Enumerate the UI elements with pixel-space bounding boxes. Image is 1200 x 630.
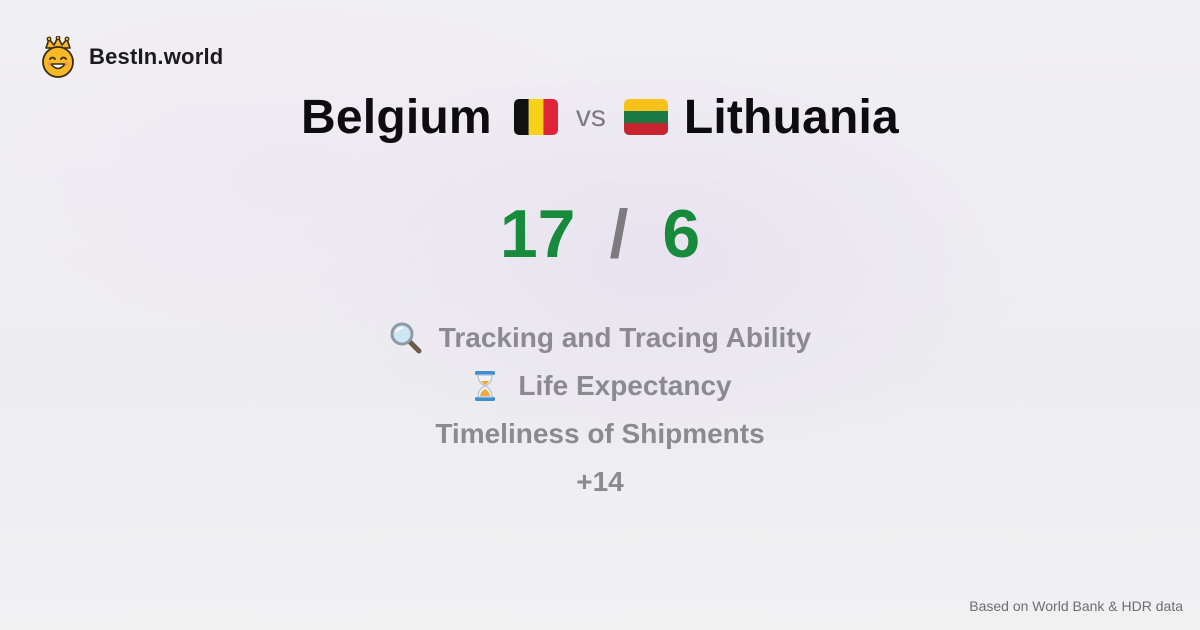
brand-name: BestIn.world xyxy=(89,44,224,69)
feature-label: Tracking and Tracing Ability xyxy=(438,322,812,353)
feature-list: Tracking and Tracing Ability Life Expect… xyxy=(0,314,1200,506)
brand[interactable]: BestIn.world xyxy=(39,36,223,78)
source-note: Based on World Bank & HDR data xyxy=(969,598,1183,614)
comparison-title: Belgium vs Lithuania xyxy=(0,86,1200,148)
vs-label: vs xyxy=(575,100,606,133)
lithuania-flag-icon xyxy=(623,99,668,135)
hourglass-icon xyxy=(468,369,502,403)
score: 17 / 6 xyxy=(0,194,1200,274)
feature-item: Timeliness of Shipments xyxy=(435,410,764,458)
feature-item: Tracking and Tracing Ability xyxy=(389,314,811,362)
feature-label: Life Expectancy xyxy=(518,370,732,401)
score-a: 17 xyxy=(499,196,576,272)
feature-item: Life Expectancy xyxy=(468,362,732,410)
crowned-smiley-icon xyxy=(39,36,77,78)
more-count[interactable]: +14 xyxy=(576,458,624,506)
country-b-name: Lithuania xyxy=(683,90,899,144)
belgium-flag-icon xyxy=(513,99,558,135)
magnifying-glass-icon xyxy=(389,321,423,355)
score-b: 6 xyxy=(662,196,701,272)
country-a-name: Belgium xyxy=(301,90,492,144)
score-separator: / xyxy=(609,196,629,272)
feature-label: Timeliness of Shipments xyxy=(435,418,765,449)
